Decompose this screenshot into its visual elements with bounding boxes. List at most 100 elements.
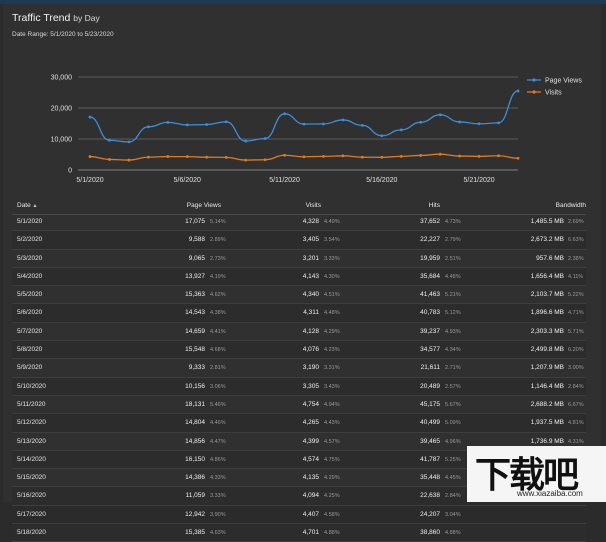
data-point bbox=[146, 125, 150, 129]
page-views-percent: 4.86% bbox=[210, 456, 226, 463]
visits-cell: 3,201 bbox=[302, 254, 319, 262]
column-header-bandwidth[interactable]: Bandwidth bbox=[486, 202, 586, 209]
hits-percent: 5.67% bbox=[445, 401, 461, 408]
date-cell: 5/14/2020 bbox=[17, 455, 46, 463]
date-cell: 5/12/2020 bbox=[17, 419, 46, 427]
data-point bbox=[244, 139, 248, 143]
x-tick-label: 5/1/2020 bbox=[76, 177, 103, 184]
table-row[interactable]: 5/12/2020 14,804 4.46% 4,265 4.43% 40,499 5.09… bbox=[12, 414, 586, 433]
table-row[interactable]: 5/2/2020 9,588 2.89% 3,405 3.54% 22,227 2.79% 2… bbox=[12, 231, 586, 250]
hits-percent: 5.09% bbox=[445, 420, 461, 427]
hits-percent: 2.71% bbox=[445, 365, 461, 372]
date-cell: 5/15/2020 bbox=[17, 474, 46, 482]
column-header-visits[interactable]: Visits bbox=[251, 202, 321, 209]
data-point bbox=[302, 155, 306, 159]
date-cell: 5/2/2020 bbox=[17, 236, 43, 244]
hits-percent: 4.48% bbox=[445, 273, 461, 280]
visits-percent: 4.25% bbox=[324, 493, 340, 500]
bandwidth-percent: 4.31% bbox=[568, 438, 584, 445]
table-row[interactable]: 5/8/2020 15,548 4.68% 4,076 4.23% 34,577 4.34%… bbox=[12, 341, 586, 360]
hits-cell: 21,611 bbox=[420, 364, 440, 372]
data-point bbox=[108, 158, 111, 161]
visits-percent: 4.48% bbox=[324, 310, 340, 317]
column-header-date[interactable]: Date ▲ bbox=[17, 202, 38, 209]
page-views-percent: 4.63% bbox=[210, 530, 226, 537]
hits-percent: 4.96% bbox=[445, 438, 461, 445]
data-point bbox=[205, 155, 209, 159]
bandwidth-cell: 957.6 MB bbox=[536, 254, 564, 262]
page-views-cell: 17,075 bbox=[185, 218, 205, 225]
visits-cell: 4,094 bbox=[302, 492, 319, 500]
visits-percent: 4.75% bbox=[324, 456, 340, 463]
data-point bbox=[322, 154, 325, 158]
visits-percent: 4.43% bbox=[324, 420, 340, 427]
page-views-percent: 2.73% bbox=[210, 255, 226, 262]
page-views-cell: 10,156 bbox=[185, 382, 205, 390]
table-row[interactable]: 5/3/2020 9,065 2.73% 3,201 3.33% 19,959 2.51% 9… bbox=[12, 250, 586, 268]
table-row[interactable]: 5/6/2020 14,543 4.38% 4,311 4.48% 40,783 5.12%… bbox=[12, 304, 586, 323]
bandwidth-percent: 6.63% bbox=[568, 237, 584, 244]
hits-cell: 39,465 bbox=[420, 437, 440, 445]
page-views-cell: 13,927 bbox=[185, 272, 205, 280]
table-row[interactable]: 5/1/2020 17,075 5.14% 4,328 4.49% 37,652 4.73%… bbox=[12, 213, 586, 232]
table-row[interactable]: 5/10/2020 10,156 3.06% 3,305 3.43% 20,489 2.57… bbox=[12, 377, 586, 396]
data-point bbox=[205, 123, 209, 126]
table-row[interactable]: 5/4/2020 13,927 4.19% 4,143 4.30% 35,684 4.48%… bbox=[12, 267, 586, 287]
page-views-percent: 5.14% bbox=[210, 219, 226, 225]
visits-percent: 4.88% bbox=[324, 530, 340, 537]
data-point bbox=[477, 122, 481, 126]
visits-cell: 4,574 bbox=[302, 455, 319, 463]
page-views-cell: 14,804 bbox=[185, 419, 205, 427]
bandwidth-percent: 5.22% bbox=[568, 292, 584, 299]
data-point bbox=[263, 137, 267, 140]
date-cell: 5/1/2020 bbox=[17, 218, 43, 225]
x-tick-label: 5/11/2020 bbox=[269, 177, 300, 184]
table-row[interactable]: 5/5/2020 15,363 4.62% 4,340 4.51% 41,463 5.21%… bbox=[12, 286, 586, 305]
date-cell: 5/3/2020 bbox=[17, 254, 43, 262]
data-point bbox=[283, 112, 286, 116]
date-cell: 5/8/2020 bbox=[17, 346, 43, 354]
bandwidth-percent: 2.38% bbox=[568, 255, 584, 262]
data-point bbox=[458, 120, 462, 124]
visits-cell: 3,190 bbox=[302, 364, 319, 372]
visits-percent: 4.30% bbox=[324, 273, 340, 280]
data-point bbox=[399, 128, 403, 132]
data-point bbox=[88, 155, 92, 158]
y-tick-label: 10,000 bbox=[51, 137, 73, 144]
bandwidth-percent: 4.71% bbox=[568, 310, 584, 317]
bandwidth-cell: 2,303.3 MB bbox=[530, 327, 564, 335]
visits-percent: 4.29% bbox=[324, 475, 340, 482]
page-views-percent: 4.33% bbox=[210, 475, 226, 482]
visits-percent: 4.58% bbox=[324, 511, 340, 518]
data-point bbox=[497, 154, 500, 158]
legend-label: Visits bbox=[545, 90, 562, 97]
hits-cell: 34,577 bbox=[420, 346, 440, 354]
page-views-cell: 15,548 bbox=[185, 346, 205, 354]
table-row[interactable]: 5/11/2020 18,131 5.46% 4,754 4.94% 45,175 5.67… bbox=[12, 396, 586, 415]
data-point bbox=[419, 120, 423, 124]
hits-percent: 4.93% bbox=[445, 328, 461, 335]
hits-percent: 5.12% bbox=[445, 310, 461, 317]
page-views-cell: 15,363 bbox=[185, 291, 205, 299]
y-tick-label: 30,000 bbox=[51, 75, 73, 82]
column-header-page-views[interactable]: Page Views bbox=[137, 202, 221, 209]
column-header-hits[interactable]: Hits bbox=[370, 202, 440, 209]
visits-cell: 3,305 bbox=[302, 382, 319, 390]
hits-percent: 5.21% bbox=[445, 292, 461, 299]
data-point bbox=[516, 156, 520, 160]
hits-cell: 40,499 bbox=[420, 419, 440, 427]
table-row[interactable]: 5/7/2020 14,659 4.41% 4,128 4.29% 39,237 4.93%… bbox=[12, 323, 586, 342]
data-point bbox=[497, 121, 500, 125]
data-point bbox=[458, 154, 462, 158]
table-row[interactable]: 5/18/2020 15,385 4.63% 4,701 4.88% 38,860 4.88… bbox=[12, 524, 586, 542]
visits-percent: 3.31% bbox=[324, 365, 340, 372]
bandwidth-cell: 2,499.8 MB bbox=[530, 346, 564, 354]
page-views-percent: 4.46% bbox=[210, 420, 226, 427]
hits-cell: 37,652 bbox=[420, 218, 440, 225]
x-tick-label: 5/6/2020 bbox=[174, 177, 201, 184]
visits-cell: 4,128 bbox=[302, 327, 319, 335]
table-row[interactable]: 5/9/2020 9,333 2.81% 3,190 3.31% 21,611 2.71% 1… bbox=[12, 359, 586, 378]
table-row[interactable]: 5/17/2020 12,942 3.90% 4,407 4.58% 24,207 3.04… bbox=[12, 506, 586, 525]
x-tick-label: 5/16/2020 bbox=[366, 177, 397, 184]
bandwidth-cell: 1,146.4 MB bbox=[530, 382, 564, 390]
